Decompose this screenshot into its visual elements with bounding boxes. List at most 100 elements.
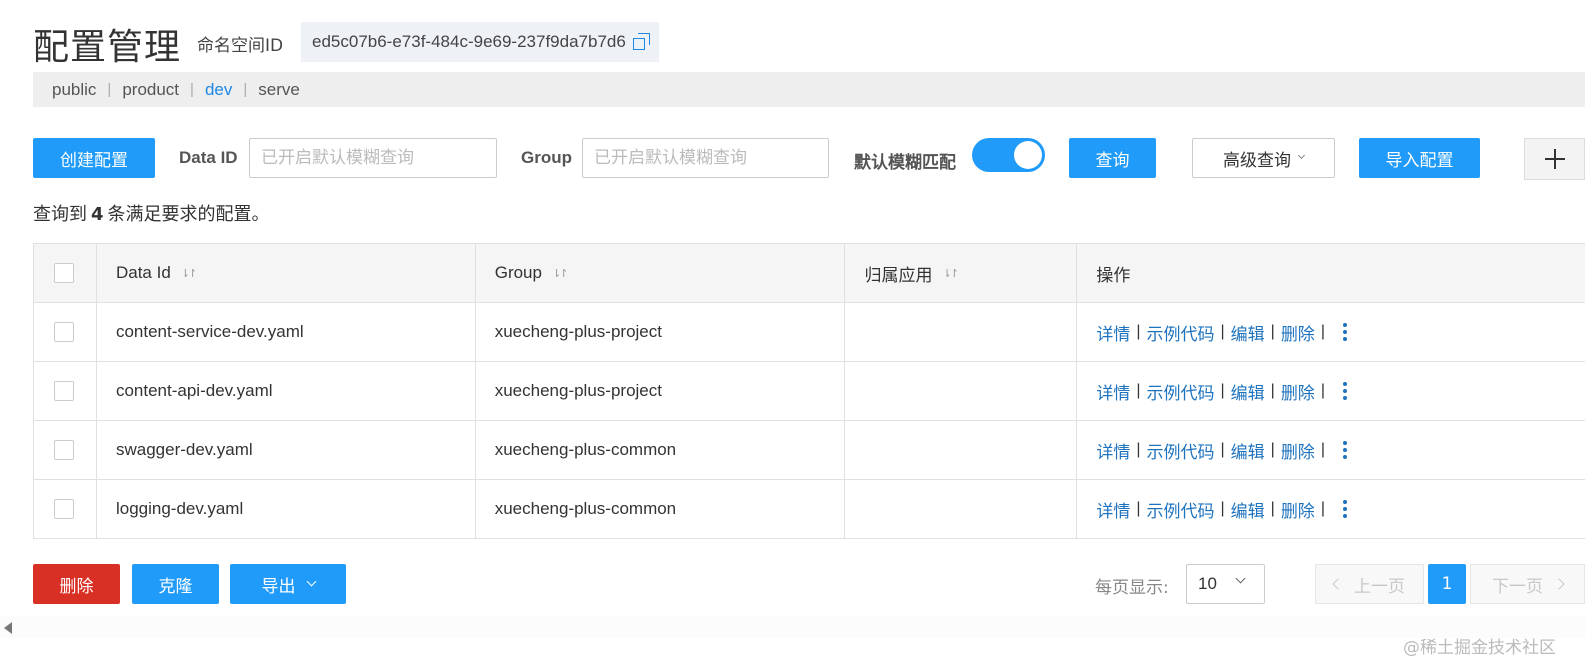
row-checkbox[interactable] [54, 381, 74, 401]
action-separator: | [1320, 500, 1325, 517]
group-input[interactable] [582, 138, 829, 178]
sort-icon[interactable]: ⇂↾ [942, 267, 959, 280]
namespace-tab-dev[interactable]: dev [205, 80, 232, 100]
data-id-cell: swagger-dev.yaml [97, 421, 476, 479]
header-group[interactable]: Group ⇂↾ [476, 244, 846, 302]
chevron-down-icon [1297, 151, 1306, 160]
data-id-cell: content-service-dev.yaml [97, 303, 476, 361]
actions-cell: 详情 | 示例代码 | 编辑 | 删除 | [1077, 303, 1585, 361]
row-checkbox[interactable] [54, 499, 74, 519]
export-button[interactable]: 导出 [230, 564, 346, 604]
namespace-tabs: public | product | dev | serve [33, 72, 1585, 107]
action-separator: | [1270, 323, 1275, 340]
watermark: @稀土掘金技术社区 [1403, 638, 1556, 658]
row-checkbox[interactable] [54, 322, 74, 342]
row-checkbox-cell [34, 421, 97, 479]
delete-link[interactable]: 删除 [1281, 438, 1315, 463]
namespace-id-value: ed5c07b6-e73f-484c-9e69-237f9da7b7d6 [312, 32, 626, 51]
edit-link[interactable]: 编辑 [1231, 379, 1265, 404]
app-cell [845, 362, 1078, 420]
result-summary: 查询到 4 条满足要求的配置。 [33, 200, 270, 226]
next-page-button[interactable]: 下一页 [1470, 564, 1585, 604]
add-button[interactable] [1524, 138, 1585, 180]
delete-link[interactable]: 删除 [1281, 379, 1315, 404]
data-id-input[interactable] [249, 138, 497, 178]
prev-page-label: 上一页 [1354, 576, 1405, 597]
fuzzy-match-toggle[interactable] [972, 138, 1045, 172]
namespace-tab-public[interactable]: public [52, 80, 96, 100]
namespace-separator: | [190, 81, 194, 98]
export-label: 导出 [261, 576, 296, 597]
clone-button[interactable]: 克隆 [132, 564, 219, 604]
more-vertical-icon[interactable] [1342, 441, 1347, 459]
actions-cell: 详情 | 示例代码 | 编辑 | 删除 | [1077, 421, 1585, 479]
copy-icon[interactable] [632, 33, 651, 51]
sample-code-link[interactable]: 示例代码 [1147, 320, 1215, 345]
action-separator: | [1136, 323, 1141, 340]
advanced-search-button[interactable]: 高级查询 [1192, 138, 1335, 178]
namespace-separator: | [107, 81, 112, 98]
select-all-checkbox[interactable] [54, 263, 74, 283]
detail-link[interactable]: 详情 [1096, 497, 1130, 522]
namespace-tab-product[interactable]: product [122, 80, 179, 100]
search-button[interactable]: 查询 [1069, 138, 1156, 178]
more-vertical-icon[interactable] [1342, 382, 1347, 400]
table-header-row: Data Id ⇂↾ Group ⇂↾ 归属应用 ⇂↾ 操作 [34, 244, 1585, 303]
next-page-label: 下一页 [1492, 576, 1543, 597]
header-group-label: Group [494, 263, 542, 282]
action-separator: | [1136, 500, 1141, 517]
batch-delete-button[interactable]: 删除 [33, 564, 120, 604]
page-number-button[interactable]: 1 [1428, 564, 1466, 604]
row-checkbox[interactable] [54, 440, 74, 460]
sample-code-link[interactable]: 示例代码 [1147, 438, 1215, 463]
sample-code-link[interactable]: 示例代码 [1147, 497, 1215, 522]
import-config-button[interactable]: 导入配置 [1359, 138, 1480, 178]
detail-link[interactable]: 详情 [1096, 379, 1130, 404]
sort-icon[interactable]: ⇂↾ [552, 267, 569, 280]
action-separator: | [1220, 441, 1225, 458]
header-actions: 操作 [1077, 244, 1585, 302]
namespace-tab-serve[interactable]: serve [258, 80, 300, 100]
action-separator: | [1136, 382, 1141, 399]
create-config-button[interactable]: 创建配置 [33, 138, 155, 178]
app-cell [845, 421, 1078, 479]
actions-cell: 详情 | 示例代码 | 编辑 | 删除 | [1077, 480, 1585, 538]
action-separator: | [1320, 323, 1325, 340]
detail-link[interactable]: 详情 [1096, 320, 1130, 345]
table-row: content-service-dev.yaml xuecheng-plus-p… [34, 303, 1585, 362]
result-suffix: 条满足要求的配置。 [107, 204, 270, 225]
more-vertical-icon[interactable] [1342, 500, 1347, 518]
prev-page-button[interactable]: 上一页 [1315, 564, 1424, 604]
horizontal-scrollbar[interactable] [0, 616, 1585, 638]
action-separator: | [1220, 500, 1225, 517]
sample-code-link[interactable]: 示例代码 [1147, 379, 1215, 404]
scroll-left-arrow-icon[interactable] [4, 622, 12, 634]
action-separator: | [1136, 441, 1141, 458]
header-data-id-label: Data Id [115, 263, 171, 282]
page-size-value: 10 [1198, 574, 1217, 593]
header-app[interactable]: 归属应用 ⇂↾ [845, 244, 1078, 302]
sort-icon[interactable]: ⇂↾ [181, 267, 198, 280]
table-row: swagger-dev.yaml xuecheng-plus-common 详情… [34, 421, 1585, 480]
action-separator: | [1270, 500, 1275, 517]
action-separator: | [1320, 441, 1325, 458]
delete-link[interactable]: 删除 [1281, 320, 1315, 345]
data-id-cell: content-api-dev.yaml [97, 362, 476, 420]
page-size-select[interactable]: 10 [1186, 564, 1265, 604]
fuzzy-match-label: 默认模糊匹配 [854, 153, 956, 173]
group-label: Group [521, 148, 572, 167]
edit-link[interactable]: 编辑 [1231, 438, 1265, 463]
detail-link[interactable]: 详情 [1096, 438, 1130, 463]
group-cell: xuecheng-plus-project [476, 303, 846, 361]
edit-link[interactable]: 编辑 [1231, 497, 1265, 522]
plus-icon [1544, 149, 1565, 169]
header-data-id[interactable]: Data Id ⇂↾ [97, 244, 476, 302]
app-cell [845, 480, 1078, 538]
namespace-separator: | [243, 81, 248, 98]
delete-link[interactable]: 删除 [1281, 497, 1315, 522]
more-vertical-icon[interactable] [1342, 323, 1347, 341]
edit-link[interactable]: 编辑 [1231, 320, 1265, 345]
page-title: 配置管理 [33, 27, 182, 68]
action-separator: | [1320, 382, 1325, 399]
action-separator: | [1270, 382, 1275, 399]
